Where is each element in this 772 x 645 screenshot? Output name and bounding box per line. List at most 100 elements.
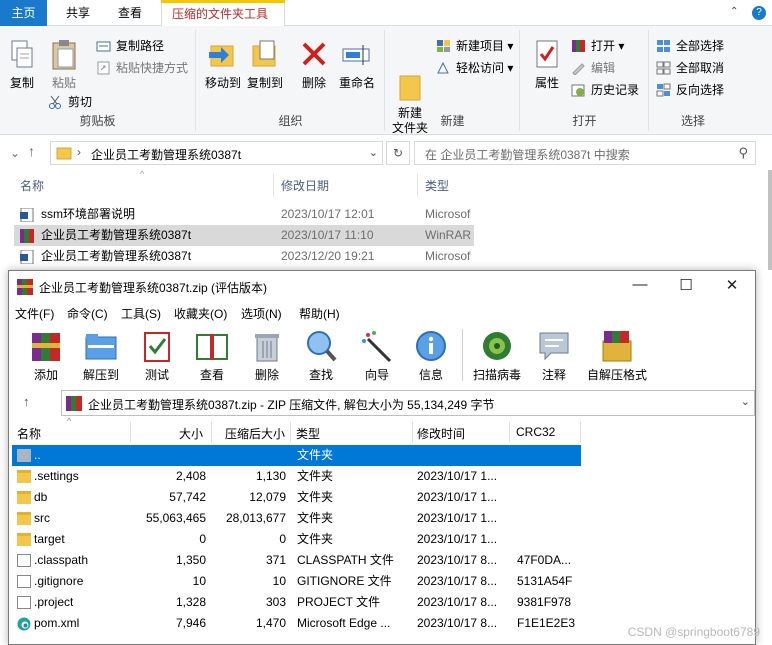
tab-home[interactable]: 主页	[0, 0, 47, 26]
table-row[interactable]: .classpath 1,350 371 CLASSPATH 文件 2023/1…	[12, 550, 581, 571]
easy-access-button[interactable]: 轻松访问 ▾	[436, 58, 513, 78]
view-button[interactable]: 查看	[187, 325, 237, 383]
select-all-button[interactable]: 全部选择	[656, 36, 724, 56]
minimize-button[interactable]: —	[617, 276, 663, 293]
row-packed: 1,470	[255, 616, 286, 630]
comment-button[interactable]: 注释	[529, 325, 579, 383]
help-icon[interactable]: ?	[752, 6, 766, 20]
column-type[interactable]: 类型	[425, 177, 449, 194]
menu-options[interactable]: 选项(N)	[241, 305, 282, 322]
info-button[interactable]: 信息	[406, 325, 456, 383]
row-packed: 12,079	[249, 490, 286, 504]
row-type: Microsoft Edge ...	[297, 616, 391, 630]
up-level-icon[interactable]: ↑	[23, 394, 30, 409]
copy-path-button[interactable]: 复制路径	[96, 36, 164, 56]
table-row[interactable]: .project 1,328 303 PROJECT 文件 2023/10/17…	[12, 592, 581, 613]
menu-favorites[interactable]: 收藏夹(O)	[174, 305, 227, 322]
row-type: 文件夹	[297, 469, 334, 483]
delete-archive-button[interactable]: 删除	[242, 325, 292, 383]
word-doc-icon	[20, 207, 34, 223]
close-button[interactable]: ✕	[709, 276, 755, 294]
refresh-button[interactable]: ↻	[386, 141, 410, 165]
file-name: 企业员工考勤管理系统0387t	[41, 249, 192, 263]
row-packed: 28,013,677	[225, 511, 286, 525]
column-date[interactable]: 修改日期	[281, 177, 329, 194]
properties-button[interactable]: 属性	[529, 38, 565, 91]
menu-help[interactable]: 帮助(H)	[299, 305, 340, 322]
tab-compressed-folder-tools[interactable]: 压缩的文件夹工具	[161, 0, 285, 27]
new-item-button[interactable]: 新建项目 ▾	[436, 36, 513, 56]
clipboard-group: 复制 粘贴 复制路径 粘贴快捷方式 剪切 剪贴板	[0, 30, 196, 131]
paste-button[interactable]: 粘贴	[48, 38, 80, 91]
cut-button[interactable]: 剪切	[48, 92, 92, 112]
tab-share[interactable]: 共享	[56, 0, 100, 26]
table-row[interactable]: target 0 0 文件夹 2023/10/17 1...	[12, 529, 581, 550]
history-button[interactable]: 历史记录	[571, 80, 639, 100]
tab-compressed-label: 压缩的文件夹工具	[172, 7, 269, 21]
up-arrow-icon[interactable]: ↑	[28, 143, 35, 159]
winrar-window: 企业员工考勤管理系统0387t.zip (评估版本) — ☐ ✕ 文件(F) 命…	[8, 270, 756, 645]
list-item[interactable]: 企业员工考勤管理系统0387t 2023/10/17 11:10 WinRAR	[14, 225, 474, 246]
row-name: ..	[34, 448, 41, 462]
row-type: 文件夹	[297, 511, 334, 525]
wizard-button[interactable]: 向导	[352, 325, 402, 383]
search-placeholder: 在 企业员工考勤管理系统0387t 中搜索	[425, 148, 630, 162]
table-row[interactable]: src 55,063,465 28,013,677 文件夹 2023/10/17…	[12, 508, 581, 529]
address-bar[interactable]: › 企业员工考勤管理系统0387t ⌄	[50, 141, 383, 165]
copy-path-icon	[96, 39, 111, 53]
table-row[interactable]: pom.xml 7,946 1,470 Microsoft Edge ... 2…	[12, 613, 581, 634]
explorer-scrollbar[interactable]	[768, 170, 772, 270]
path-dropdown-icon[interactable]: ⌄	[741, 395, 750, 408]
row-name: src	[34, 511, 50, 525]
add-button[interactable]: 添加	[21, 325, 71, 383]
menu-file[interactable]: 文件(F)	[15, 305, 54, 322]
list-item[interactable]: ssm环境部署说明 2023/10/17 12:01 Microsof	[14, 204, 474, 225]
column-name[interactable]: 名称	[17, 425, 41, 442]
test-button[interactable]: 测试	[132, 325, 182, 383]
row-type: GITIGNORE 文件	[297, 574, 392, 588]
extract-to-button[interactable]: 解压到	[76, 325, 126, 383]
column-packed[interactable]: 压缩后大小	[225, 425, 285, 442]
table-row[interactable]: .settings 2,408 1,130 文件夹 2023/10/17 1..…	[12, 466, 581, 487]
history-icon	[571, 83, 586, 97]
tab-view[interactable]: 查看	[108, 0, 152, 26]
address-dropdown-icon[interactable]: ⌄	[369, 146, 378, 159]
edit-button[interactable]: 编辑	[571, 58, 615, 78]
virus-scan-button[interactable]: 扫描病毒	[471, 325, 523, 383]
copy-button[interactable]: 复制	[6, 38, 38, 91]
copy-to-button[interactable]: 复制到	[245, 38, 285, 91]
open-group-label: 打开	[572, 114, 597, 128]
move-to-button[interactable]: 移动到	[203, 38, 243, 91]
menu-tools[interactable]: 工具(S)	[121, 305, 161, 322]
table-row[interactable]: .. 文件夹	[12, 445, 581, 466]
add-archive-icon	[29, 329, 63, 363]
list-item[interactable]: 企业员工考勤管理系统0387t 2023/12/20 19:21 Microso…	[14, 246, 474, 267]
column-modified[interactable]: 修改时间	[417, 425, 465, 442]
ribbon-collapse-icon[interactable]: ⌃	[730, 6, 738, 17]
sfx-button[interactable]: 自解压格式	[585, 325, 649, 383]
history-label: 历史记录	[591, 83, 640, 97]
maximize-button[interactable]: ☐	[663, 276, 709, 294]
archive-path-field[interactable]: 企业员工考勤管理系统0387t.zip - ZIP 压缩文件, 解包大小为 55…	[61, 390, 755, 416]
table-row[interactable]: db 57,742 12,079 文件夹 2023/10/17 1...	[12, 487, 581, 508]
comment-icon	[537, 329, 571, 363]
rename-button[interactable]: 重命名	[337, 38, 377, 91]
open-button[interactable]: 打开 ▾	[571, 36, 624, 56]
column-crc32[interactable]: CRC32	[516, 425, 555, 439]
column-size[interactable]: 大小	[179, 425, 203, 442]
sfx-label: 自解压格式	[586, 368, 647, 382]
column-type[interactable]: 类型	[296, 425, 320, 442]
search-input[interactable]: 在 企业员工考勤管理系统0387t 中搜索 ⚲	[414, 141, 756, 165]
column-name[interactable]: 名称	[20, 177, 44, 194]
select-none-label: 全部取消	[676, 61, 725, 75]
row-name: .gitignore	[34, 574, 84, 588]
menu-commands[interactable]: 命令(C)	[67, 305, 108, 322]
table-row[interactable]: .gitignore 10 10 GITIGNORE 文件 2023/10/17…	[12, 571, 581, 592]
search-icon: ⚲	[738, 145, 748, 160]
delete-button[interactable]: 删除	[298, 38, 330, 91]
invert-selection-button[interactable]: 反向选择	[656, 80, 724, 100]
recent-dropdown-icon[interactable]: ⌄	[10, 146, 20, 160]
find-button[interactable]: 查找	[296, 325, 346, 383]
paste-shortcut-button[interactable]: 粘贴快捷方式	[96, 58, 188, 78]
select-none-button[interactable]: 全部取消	[656, 58, 724, 78]
